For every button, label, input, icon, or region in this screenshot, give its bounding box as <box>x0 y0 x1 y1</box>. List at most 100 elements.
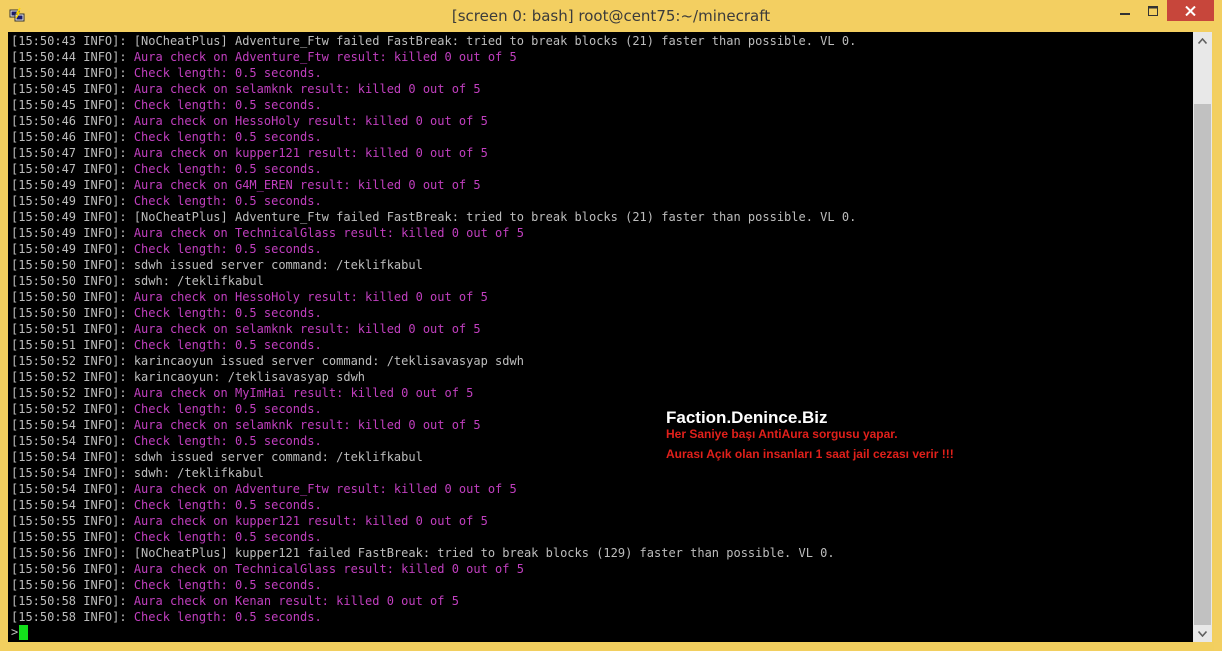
maximize-icon <box>1148 5 1158 16</box>
log-message: Aura check on HessoHoly result: killed 0… <box>133 290 488 304</box>
log-timestamp: [15:50:51 INFO]: <box>11 338 134 352</box>
log-message: Check length: 0.5 seconds. <box>133 578 322 592</box>
log-timestamp: [15:50:49 INFO]: <box>11 194 134 208</box>
log-timestamp: [15:50:55 INFO]: <box>11 514 134 528</box>
log-line: [15:50:49 INFO]: Check length: 0.5 secon… <box>11 193 322 209</box>
log-timestamp: [15:50:50 INFO]: <box>11 274 134 288</box>
log-message: Aura check on TechnicalGlass result: kil… <box>133 226 524 240</box>
log-timestamp: [15:50:49 INFO]: <box>11 178 134 192</box>
log-timestamp: [15:50:47 INFO]: <box>11 162 134 176</box>
log-message: sdwh issued server command: /teklifkabul <box>133 258 423 272</box>
log-timestamp: [15:50:52 INFO]: <box>11 402 134 416</box>
log-line: [15:50:49 INFO]: Aura check on G4M_EREN … <box>11 177 481 193</box>
log-line: [15:50:52 INFO]: Aura check on MyImHai r… <box>11 385 473 401</box>
log-timestamp: [15:50:56 INFO]: <box>11 546 134 560</box>
log-line: [15:50:50 INFO]: sdwh: /teklifkabul <box>11 273 264 289</box>
log-message: Aura check on HessoHoly result: killed 0… <box>133 114 488 128</box>
close-button[interactable] <box>1167 0 1214 21</box>
log-message: Check length: 0.5 seconds. <box>133 434 322 448</box>
log-message: Aura check on selamknk result: killed 0 … <box>133 418 481 432</box>
log-message: Check length: 0.5 seconds. <box>133 242 322 256</box>
log-timestamp: [15:50:54 INFO]: <box>11 418 134 432</box>
log-timestamp: [15:50:46 INFO]: <box>11 130 134 144</box>
log-line: [15:50:45 INFO]: Check length: 0.5 secon… <box>11 97 322 113</box>
log-line: [15:50:55 INFO]: Aura check on kupper121… <box>11 513 488 529</box>
overlay-notice-line-1: Her Saniye başı AntiAura sorgusu yapar. <box>666 427 898 441</box>
scroll-up-button[interactable] <box>1193 32 1212 49</box>
log-timestamp: [15:50:58 INFO]: <box>11 594 134 608</box>
log-line: [15:50:49 INFO]: Check length: 0.5 secon… <box>11 241 322 257</box>
overlay-server-name: Faction.Denince.Biz <box>666 408 828 427</box>
log-timestamp: [15:50:54 INFO]: <box>11 450 134 464</box>
chevron-up-icon <box>1198 37 1207 44</box>
log-line: [15:50:54 INFO]: Aura check on Adventure… <box>11 481 517 497</box>
log-timestamp: [15:50:45 INFO]: <box>11 98 134 112</box>
log-line: [15:50:56 INFO]: Aura check on Technical… <box>11 561 524 577</box>
log-timestamp: [15:50:45 INFO]: <box>11 82 134 96</box>
vertical-scrollbar[interactable] <box>1193 32 1212 642</box>
log-message: sdwh: /teklifkabul <box>133 274 264 288</box>
log-timestamp: [15:50:51 INFO]: <box>11 322 134 336</box>
log-message: karincaoyun issued server command: /tekl… <box>133 354 524 368</box>
log-message: Aura check on TechnicalGlass result: kil… <box>133 562 524 576</box>
log-message: Check length: 0.5 seconds. <box>133 338 322 352</box>
log-message: Aura check on kupper121 result: killed 0… <box>133 514 488 528</box>
title-bar[interactable]: [screen 0: bash] root@cent75:~/minecraft <box>0 0 1222 32</box>
log-message: Aura check on Adventure_Ftw result: kill… <box>133 482 517 496</box>
log-line: [15:50:50 INFO]: Aura check on HessoHoly… <box>11 289 488 305</box>
log-message: Aura check on selamknk result: killed 0 … <box>133 82 481 96</box>
log-message: Aura check on MyImHai result: killed 0 o… <box>133 386 474 400</box>
minimize-icon <box>1119 12 1130 15</box>
log-timestamp: [15:50:55 INFO]: <box>11 530 134 544</box>
log-timestamp: [15:50:54 INFO]: <box>11 498 134 512</box>
log-line: [15:50:55 INFO]: Check length: 0.5 secon… <box>11 529 322 545</box>
log-timestamp: [15:50:49 INFO]: <box>11 226 134 240</box>
log-timestamp: [15:50:44 INFO]: <box>11 50 134 64</box>
log-line: [15:50:49 INFO]: Aura check on Technical… <box>11 225 524 241</box>
maximize-button[interactable] <box>1140 0 1166 21</box>
log-line: [15:50:47 INFO]: Check length: 0.5 secon… <box>11 161 322 177</box>
log-line: [15:50:52 INFO]: karincaoyun issued serv… <box>11 353 524 369</box>
log-line: [15:50:50 INFO]: sdwh issued server comm… <box>11 257 423 273</box>
log-message: Check length: 0.5 seconds. <box>133 306 322 320</box>
chevron-down-icon <box>1198 630 1207 637</box>
log-timestamp: [15:50:49 INFO]: <box>11 242 134 256</box>
log-line: [15:50:44 INFO]: Aura check on Adventure… <box>11 49 517 65</box>
log-message: Aura check on Kenan result: killed 0 out… <box>133 594 459 608</box>
log-line: [15:50:46 INFO]: Check length: 0.5 secon… <box>11 129 322 145</box>
scroll-down-button[interactable] <box>1193 625 1212 642</box>
log-line: [15:50:46 INFO]: Aura check on HessoHoly… <box>11 113 488 129</box>
log-line: [15:50:54 INFO]: sdwh: /teklifkabul <box>11 465 264 481</box>
log-line: [15:50:58 INFO]: Check length: 0.5 secon… <box>11 609 322 625</box>
log-line: [15:50:52 INFO]: karincaoyun: /teklisava… <box>11 369 365 385</box>
log-message: Check length: 0.5 seconds. <box>133 98 322 112</box>
log-message: [NoCheatPlus] kupper121 failed FastBreak… <box>133 546 835 560</box>
log-line: [15:50:51 INFO]: Aura check on selamknk … <box>11 321 481 337</box>
log-line: [15:50:54 INFO]: sdwh issued server comm… <box>11 449 423 465</box>
log-message: Aura check on Adventure_Ftw result: kill… <box>133 50 517 64</box>
log-message: Aura check on selamknk result: killed 0 … <box>133 322 481 336</box>
log-timestamp: [15:50:52 INFO]: <box>11 354 134 368</box>
log-timestamp: [15:50:47 INFO]: <box>11 146 134 160</box>
log-message: Check length: 0.5 seconds. <box>133 610 322 624</box>
log-line: [15:50:54 INFO]: Check length: 0.5 secon… <box>11 497 322 513</box>
window-frame-edge <box>1214 0 1222 651</box>
terminal-output[interactable]: [15:50:43 INFO]: [NoCheatPlus] Adventure… <box>8 32 1193 642</box>
log-line: [15:50:47 INFO]: Aura check on kupper121… <box>11 145 488 161</box>
window-title: [screen 0: bash] root@cent75:~/minecraft <box>451 7 771 25</box>
scrollbar-thumb[interactable] <box>1194 104 1211 625</box>
log-line: [15:50:50 INFO]: Check length: 0.5 secon… <box>11 305 322 321</box>
log-message: Check length: 0.5 seconds. <box>133 402 322 416</box>
log-message: Check length: 0.5 seconds. <box>133 130 322 144</box>
log-timestamp: [15:50:58 INFO]: <box>11 610 134 624</box>
log-timestamp: [15:50:43 INFO]: <box>11 34 134 48</box>
log-timestamp: [15:50:54 INFO]: <box>11 434 134 448</box>
log-message: sdwh issued server command: /teklifkabul <box>133 450 423 464</box>
minimize-button[interactable] <box>1111 0 1138 21</box>
log-message: Aura check on kupper121 result: killed 0… <box>133 146 488 160</box>
log-message: Check length: 0.5 seconds. <box>133 194 322 208</box>
log-timestamp: [15:50:49 INFO]: <box>11 210 134 224</box>
log-line: [15:50:56 INFO]: Check length: 0.5 secon… <box>11 577 322 593</box>
log-line: [15:50:52 INFO]: Check length: 0.5 secon… <box>11 401 322 417</box>
overlay-notice-line-2: Aurası Açık olan insanları 1 saat jail c… <box>666 447 954 461</box>
